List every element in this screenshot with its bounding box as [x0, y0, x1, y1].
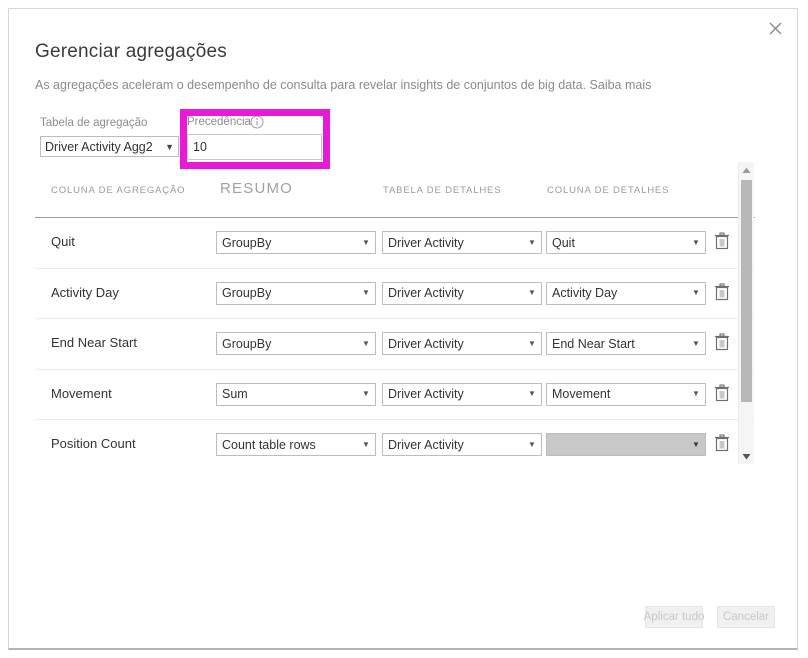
- detail-table-select-value: Driver Activity: [388, 387, 464, 401]
- column-header-detail-column: COLUNA DE DETALHES: [547, 185, 670, 196]
- column-header-detail-table: TABELA DE DETALHES: [383, 185, 502, 196]
- page-title: Gerenciar agregações: [35, 41, 227, 62]
- chevron-down-icon: ▼: [528, 439, 536, 449]
- table-header-row: COLUNA DE AGREGAÇÃO RESUMO TABELA DE DET…: [35, 169, 755, 218]
- column-header-aggregation-column: COLUNA DE AGREGAÇÃO: [51, 185, 186, 196]
- trash-icon[interactable]: [714, 232, 730, 250]
- aggregation-table-select[interactable]: Driver Activity Agg2 ▼: [40, 136, 179, 157]
- detail-table-select[interactable]: Driver Activity ▼: [382, 332, 542, 355]
- detail-table-select[interactable]: Driver Activity ▼: [382, 382, 542, 406]
- info-glyph: [250, 115, 264, 129]
- manage-aggregations-dialog: Gerenciar agregações As agregações acele…: [8, 8, 798, 650]
- aggregation-column-label: Quit: [51, 234, 75, 249]
- precedence-label: Precedência: [187, 116, 251, 128]
- detail-column-select[interactable]: Activity Day ▼: [546, 281, 706, 305]
- aggregation-table-value: Driver Activity Agg2: [45, 139, 153, 154]
- detail-table-select[interactable]: Driver Activity ▼: [382, 433, 542, 456]
- chevron-down-icon: ▼: [528, 389, 536, 398]
- precedence-input[interactable]: [187, 134, 322, 160]
- chevron-down-icon: ▼: [362, 288, 370, 297]
- detail-column-select-value: End Near Start: [552, 336, 635, 351]
- aggregation-column-label: End Near Start: [51, 335, 137, 350]
- summary-select[interactable]: GroupBy ▼: [216, 281, 376, 305]
- chevron-down-icon: ▼: [692, 237, 700, 247]
- detail-column-select-value: Quit: [552, 235, 575, 250]
- table-row: End Near Start GroupBy ▼ Driver Activity ▼ En…: [35, 319, 755, 370]
- detail-table-select-value: Driver Activity: [388, 235, 464, 250]
- scroll-up-arrow-icon[interactable]: [739, 162, 754, 178]
- summary-select[interactable]: GroupBy ▼: [216, 332, 376, 355]
- caret-up-glyph: [742, 167, 751, 173]
- dialog-footer: Aplicar tudo Cancelar: [644, 606, 775, 628]
- detail-table-select[interactable]: Driver Activity ▼: [382, 281, 542, 305]
- detail-column-select[interactable]: Quit ▼: [546, 231, 706, 254]
- aggregation-column-label: Position Count: [51, 436, 136, 451]
- detail-table-select-value: Driver Activity: [388, 286, 464, 300]
- chevron-down-icon: ▼: [692, 288, 700, 297]
- trash-icon[interactable]: [714, 383, 730, 402]
- table-row: Position Count Count table rows ▼ Driver Ac…: [35, 420, 755, 470]
- summary-select-value: Sum: [222, 387, 248, 401]
- summary-select-value: GroupBy: [222, 235, 272, 250]
- trash-icon[interactable]: [714, 333, 730, 351]
- aggregation-column-label: Movement: [51, 385, 112, 401]
- detail-column-select[interactable]: Movement ▼: [546, 382, 706, 406]
- summary-select-value: GroupBy: [222, 286, 272, 300]
- chevron-down-icon: ▼: [528, 237, 536, 247]
- learn-more-link[interactable]: Saiba mais: [590, 78, 652, 92]
- close-icon[interactable]: [755, 11, 795, 45]
- chevron-down-icon: ▼: [528, 288, 536, 297]
- scroll-down-arrow-icon[interactable]: [739, 448, 754, 464]
- trash-glyph: [715, 434, 729, 452]
- dialog-description-text: As agregações aceleram o desempenho de c…: [35, 78, 587, 92]
- detail-table-select[interactable]: Driver Activity ▼: [382, 231, 542, 254]
- detail-column-select-value: Activity Day: [552, 286, 618, 300]
- summary-select[interactable]: Count table rows ▼: [216, 433, 376, 456]
- chevron-down-icon: ▼: [692, 389, 700, 398]
- detail-table-select-value: Driver Activity: [388, 336, 464, 351]
- apply-all-button[interactable]: Aplicar tudo: [644, 606, 704, 628]
- detail-table-select-value: Driver Activity: [388, 437, 464, 452]
- dialog-description: As agregações aceleram o desempenho de c…: [35, 78, 651, 92]
- table-scrollbar[interactable]: [738, 162, 754, 464]
- chevron-down-icon: ▼: [362, 439, 370, 449]
- chevron-down-icon: ▼: [165, 141, 174, 152]
- chevron-down-icon: ▼: [362, 389, 370, 398]
- table-row: Activity Day GroupBy ▼ Driver Activity ▼ Acti…: [35, 269, 755, 319]
- aggregation-column-label: Activity Day: [51, 284, 119, 300]
- close-glyph: [769, 22, 781, 34]
- chevron-down-icon: ▼: [528, 338, 536, 348]
- summary-select[interactable]: Sum ▼: [216, 382, 376, 406]
- aggregation-table-label: Tabela de agregação: [40, 117, 148, 129]
- trash-icon[interactable]: [714, 434, 730, 452]
- summary-select-value: Count table rows: [222, 437, 316, 452]
- trash-glyph: [715, 232, 729, 250]
- table-row: Quit GroupBy ▼ Driver Activity ▼ Quit ▼: [35, 218, 755, 269]
- trash-glyph: [715, 383, 729, 401]
- summary-select-value: GroupBy: [222, 336, 272, 351]
- detail-column-select[interactable]: End Near Start ▼: [546, 332, 706, 355]
- chevron-down-icon: ▼: [362, 338, 370, 348]
- detail-column-select: ▼: [546, 433, 706, 456]
- info-icon[interactable]: [250, 115, 264, 129]
- aggregations-table: COLUNA DE AGREGAÇÃO RESUMO TABELA DE DET…: [35, 169, 755, 469]
- chevron-down-icon: ▼: [692, 338, 700, 348]
- detail-column-select-value: Movement: [552, 387, 611, 401]
- chevron-down-icon: ▼: [692, 439, 700, 449]
- caret-down-glyph: [742, 453, 751, 459]
- trash-icon[interactable]: [714, 282, 730, 301]
- cancel-button[interactable]: Cancelar: [717, 606, 775, 628]
- column-header-summary: RESUMO: [220, 180, 294, 197]
- table-row: Movement Sum ▼ Driver Activity ▼ Movement ▼: [35, 370, 755, 420]
- trash-glyph: [715, 333, 729, 351]
- summary-select[interactable]: GroupBy ▼: [216, 231, 376, 254]
- scrollbar-thumb[interactable]: [741, 180, 752, 402]
- trash-glyph: [715, 282, 729, 300]
- table-body: Quit GroupBy ▼ Driver Activity ▼ Quit ▼ Activit…: [35, 218, 755, 470]
- chevron-down-icon: ▼: [362, 237, 370, 247]
